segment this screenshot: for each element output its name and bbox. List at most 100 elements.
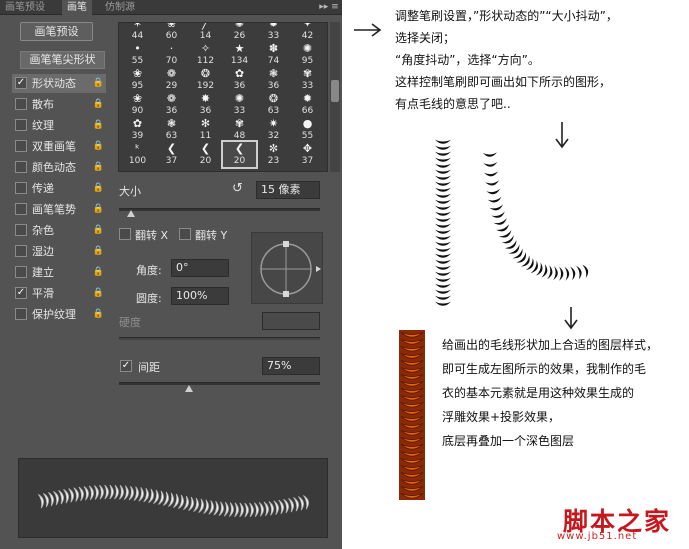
brush-tip-cell[interactable]: ★ 134 bbox=[223, 42, 256, 67]
brush-tip-cell[interactable]: ✿ 36 bbox=[223, 67, 256, 92]
option-checkbox[interactable] bbox=[15, 182, 27, 194]
brush-option-item[interactable]: 散布 🔒 bbox=[12, 95, 106, 114]
brush-tip-cell[interactable]: ✺ 26 bbox=[223, 23, 256, 42]
option-checkbox[interactable] bbox=[15, 266, 27, 278]
brush-tip-cell[interactable]: ❁ 29 bbox=[155, 67, 188, 92]
brush-tip-cell[interactable]: ✼ 23 bbox=[257, 142, 290, 167]
brush-tip-cell[interactable]: ❀ 60 bbox=[155, 23, 188, 42]
option-checkbox[interactable] bbox=[15, 245, 27, 257]
brush-tip-cell[interactable]: ✺ 33 bbox=[223, 92, 256, 117]
lock-icon[interactable]: 🔒 bbox=[93, 200, 104, 219]
brush-tip-cell[interactable]: ❮ 20 bbox=[221, 140, 258, 169]
brush-tip-cell[interactable]: ❮ 37 bbox=[155, 142, 188, 167]
brush-tip-cell[interactable]: ✹ 33 bbox=[257, 23, 290, 42]
lock-icon[interactable]: 🔒 bbox=[93, 284, 104, 303]
option-checkbox[interactable] bbox=[15, 308, 27, 320]
brush-option-item[interactable]: 保护纹理 🔒 bbox=[12, 305, 106, 324]
option-checkbox[interactable] bbox=[15, 119, 27, 131]
rope-link bbox=[99, 484, 104, 500]
lock-icon[interactable]: 🔒 bbox=[93, 179, 104, 198]
brush-tip-cell[interactable]: ❂ 192 bbox=[189, 67, 222, 92]
rope-link bbox=[73, 487, 79, 502]
lock-icon[interactable]: 🔒 bbox=[93, 242, 104, 261]
brush-tip-cell[interactable]: • 55 bbox=[121, 42, 154, 67]
brush-tip-cell[interactable]: · 70 bbox=[155, 42, 188, 67]
brush-tip-size: 63 bbox=[165, 131, 178, 141]
brush-option-item[interactable]: 湿边 🔒 bbox=[12, 242, 106, 261]
tab-clone-source[interactable]: 仿制源 bbox=[100, 0, 140, 15]
brush-tip-shape-item[interactable]: 画笔笔尖形状 bbox=[20, 51, 105, 69]
option-checkbox[interactable] bbox=[15, 98, 27, 110]
option-checkbox[interactable]: ✓ bbox=[15, 77, 27, 89]
brush-tip-cell[interactable]: ✾ 48 bbox=[223, 117, 256, 142]
brush-tip-cell[interactable]: ❃ 36 bbox=[257, 67, 290, 92]
scrollbar-thumb[interactable] bbox=[331, 80, 339, 102]
brush-tip-cell[interactable]: ✺ 95 bbox=[291, 42, 324, 67]
brush-presets-button[interactable]: 画笔预设 bbox=[20, 22, 93, 41]
brush-tip-cell[interactable]: ✿ 39 bbox=[121, 117, 154, 142]
brush-tip-cell[interactable]: ╱ 14 bbox=[189, 23, 222, 42]
spacing-field[interactable]: 75% bbox=[262, 357, 320, 375]
lock-icon[interactable]: 🔒 bbox=[93, 74, 104, 93]
option-checkbox[interactable] bbox=[15, 224, 27, 236]
angle-field[interactable]: 0° bbox=[171, 259, 229, 277]
spacing-slider-thumb[interactable] bbox=[185, 385, 194, 392]
flip-x-checkbox[interactable] bbox=[119, 228, 131, 240]
brush-tip-cell[interactable]: ✹ 66 bbox=[291, 92, 324, 117]
double-chevron-menu-icon[interactable]: ▸▸ ≡ bbox=[318, 0, 340, 15]
brush-option-item[interactable]: ✓ 平滑 🔒 bbox=[12, 284, 106, 303]
brush-tip-cell[interactable]: ᵏ 100 bbox=[121, 142, 154, 167]
brush-tip-cell[interactable]: ❀ 90 bbox=[121, 92, 154, 117]
size-field[interactable]: 15 像素 bbox=[256, 181, 320, 199]
option-checkbox[interactable] bbox=[15, 140, 27, 152]
brush-tip-cell[interactable]: ✧ 112 bbox=[189, 42, 222, 67]
roundness-field[interactable]: 100% bbox=[171, 287, 229, 305]
flip-y-checkbox[interactable] bbox=[179, 228, 191, 240]
brush-option-item[interactable]: 建立 🔒 bbox=[12, 263, 106, 282]
lock-icon[interactable]: 🔒 bbox=[93, 95, 104, 114]
option-checkbox[interactable]: ✓ bbox=[15, 287, 27, 299]
brush-tip-cell[interactable]: ✶ 44 bbox=[121, 23, 154, 42]
hardness-slider[interactable] bbox=[119, 337, 320, 340]
spacing-checkbox[interactable]: ✓ bbox=[120, 360, 132, 372]
brush-tip-cell[interactable]: ✻ 11 bbox=[189, 117, 222, 142]
brush-option-item[interactable]: 杂色 🔒 bbox=[12, 221, 106, 240]
brush-tip-cell[interactable]: ❁ 36 bbox=[155, 92, 188, 117]
rope-link bbox=[435, 265, 451, 270]
brush-tip-cell[interactable]: ✾ 33 bbox=[291, 67, 324, 92]
lock-icon[interactable]: 🔒 bbox=[93, 137, 104, 156]
tab-brush[interactable]: 画笔 bbox=[62, 0, 92, 15]
brush-tip-cell[interactable]: ✷ 32 bbox=[257, 117, 290, 142]
brush-option-item[interactable]: ✓ 形状动态 🔒 bbox=[12, 74, 106, 93]
tab-brush-presets[interactable]: 画笔预设 bbox=[0, 0, 50, 15]
brush-tip-cell[interactable]: ❀ 95 bbox=[121, 67, 154, 92]
brush-tip-cell[interactable]: ❂ 63 bbox=[257, 92, 290, 117]
size-slider-thumb[interactable] bbox=[127, 210, 136, 217]
option-checkbox[interactable] bbox=[15, 161, 27, 173]
brush-tip-cell[interactable]: ❃ 63 bbox=[155, 117, 188, 142]
lock-icon[interactable]: 🔒 bbox=[93, 116, 104, 135]
brush-tip-scrollbar[interactable] bbox=[330, 22, 340, 172]
brush-option-item[interactable]: 纹理 🔒 bbox=[12, 116, 106, 135]
reset-size-icon[interactable]: ↺ bbox=[232, 181, 243, 196]
spacing-slider[interactable] bbox=[119, 382, 320, 385]
brush-tip-cell[interactable]: ✸ 36 bbox=[189, 92, 222, 117]
brush-option-item[interactable]: 传递 🔒 bbox=[12, 179, 106, 198]
brush-tip-cell[interactable]: ✦ 42 bbox=[291, 23, 324, 42]
lock-icon[interactable]: 🔒 bbox=[93, 221, 104, 240]
brush-option-item[interactable]: 颜色动态 🔒 bbox=[12, 158, 106, 177]
brush-tip-cell[interactable]: ❮ 20 bbox=[189, 142, 222, 167]
lock-icon[interactable]: 🔒 bbox=[93, 158, 104, 177]
lock-icon[interactable]: 🔒 bbox=[93, 263, 104, 282]
brush-tip-cell[interactable]: ✥ 37 bbox=[291, 142, 324, 167]
brush-tip-cell[interactable]: ✽ 74 bbox=[257, 42, 290, 67]
lock-icon[interactable]: 🔒 bbox=[93, 305, 104, 324]
hardness-field[interactable] bbox=[262, 312, 320, 330]
option-checkbox[interactable] bbox=[15, 203, 27, 215]
brush-tip-cell[interactable]: ● 55 bbox=[291, 117, 324, 142]
angle-roundness-widget[interactable] bbox=[251, 232, 323, 304]
brush-option-item[interactable]: 画笔笔势 🔒 bbox=[12, 200, 106, 219]
brush-tip-shape-icon: ❂ bbox=[268, 92, 279, 105]
brush-option-item[interactable]: 双重画笔 🔒 bbox=[12, 137, 106, 156]
size-slider[interactable] bbox=[119, 208, 320, 211]
